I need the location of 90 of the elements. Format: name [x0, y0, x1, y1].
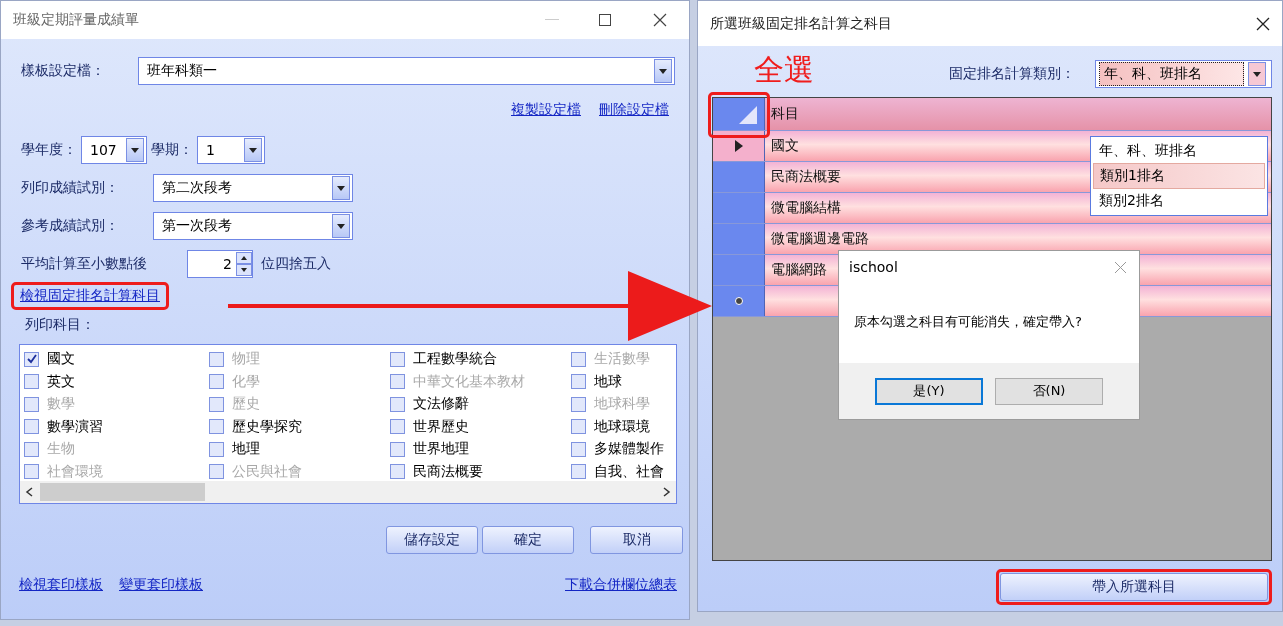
spinner-arrows-icon: [236, 252, 252, 276]
category-dropdown[interactable]: 年、科、班排名: [1095, 60, 1272, 88]
subject-label: 世界地理: [413, 440, 469, 459]
current-row-icon: [734, 140, 743, 152]
maximize-icon[interactable]: [599, 14, 611, 26]
close-icon[interactable]: [1256, 16, 1270, 31]
subject-label: 社會環境: [47, 462, 103, 481]
menu-item[interactable]: 類別1排名: [1093, 163, 1265, 189]
caret-icon: [1253, 71, 1261, 77]
annotation-text: 全選: [754, 53, 814, 87]
subject-label: 世界歷史: [413, 417, 469, 436]
subject-label: 歷史學探究: [232, 417, 302, 436]
link[interactable]: 檢視固定排名計算科目: [20, 287, 160, 305]
template-dropdown[interactable]: 班年科類一: [138, 57, 675, 85]
link[interactable]: 變更套印樣板: [119, 576, 203, 594]
subject-label: 地理: [232, 440, 260, 459]
checkbox[interactable]: [571, 464, 586, 480]
dialog-button[interactable]: 確定: [482, 526, 574, 554]
number-spinner[interactable]: 2: [187, 250, 253, 278]
checkbox[interactable]: [24, 351, 39, 367]
exam-dropdown[interactable]: 第一次段考: [153, 212, 353, 240]
exam-dropdown[interactable]: 第二次段考: [153, 174, 353, 202]
checkbox[interactable]: [24, 374, 39, 390]
checkbox[interactable]: [571, 441, 586, 457]
subject-label: 化學: [232, 372, 260, 391]
checkbox[interactable]: [390, 419, 405, 435]
field-label: 平均計算至小數點後: [21, 255, 148, 273]
dialog-button[interactable]: 否(N): [995, 377, 1103, 405]
dialog-button[interactable]: 取消: [590, 526, 683, 554]
dialog-button[interactable]: 儲存設定: [386, 526, 478, 554]
checkbox[interactable]: [390, 396, 405, 412]
subject-label: 國文: [47, 350, 75, 369]
window-title: 所選班級固定排名計算之科目: [710, 14, 893, 33]
field-label: 參考成績試別：: [21, 217, 120, 235]
subject-label: 數學演習: [47, 417, 103, 436]
subject-label: 工程數學統合: [413, 350, 497, 369]
annotation-frame: [708, 92, 770, 138]
close-icon[interactable]: [653, 13, 667, 27]
subject-label: 中華文化基本教材: [413, 372, 525, 391]
link[interactable]: 檢視套印樣板: [19, 576, 103, 594]
field-label: 樣板設定檔：: [21, 62, 106, 80]
dialog-message: 原本勾選之科目有可能消失，確定帶入?: [854, 313, 1083, 331]
subject-label: 文法修辭: [413, 395, 469, 414]
field-label: 學年度：: [21, 141, 77, 159]
table-cell[interactable]: 微電腦週邊電路: [765, 224, 1271, 254]
field-label: 列印成績試別：: [21, 179, 120, 197]
checkbox[interactable]: [571, 374, 586, 390]
year-dropdown[interactable]: 107: [81, 136, 147, 164]
dialog-title: ischool: [849, 259, 898, 275]
field-label: 固定排名計算類別：: [949, 65, 1075, 83]
subject-label: 生物: [47, 440, 75, 459]
link[interactable]: 複製設定檔: [511, 101, 581, 119]
checkbox[interactable]: [209, 441, 224, 457]
checkbox[interactable]: [390, 351, 405, 367]
minimize-icon[interactable]: [545, 19, 559, 21]
subject-label: 歷史: [232, 395, 260, 414]
menu-item[interactable]: 年、科、班排名: [1093, 139, 1265, 163]
subject-label: 地球: [594, 372, 622, 391]
field-label: 位四捨五入: [261, 255, 331, 273]
subject-label: 公民與社會: [232, 462, 302, 481]
semester-dropdown[interactable]: 1: [197, 136, 265, 164]
checkbox[interactable]: [209, 419, 224, 435]
checkbox[interactable]: [24, 419, 39, 435]
link[interactable]: 刪除設定檔: [599, 101, 669, 119]
scrollbar-thumb[interactable]: [40, 483, 205, 501]
caret-icon: [131, 147, 139, 153]
caret-icon: [337, 185, 345, 191]
checkbox[interactable]: [390, 441, 405, 457]
subject-label: 多媒體製作: [594, 440, 664, 459]
link[interactable]: 下載合併欄位總表: [565, 576, 677, 594]
section-label: 列印科目：: [25, 316, 96, 334]
subject-label: 自我、社會: [594, 462, 664, 481]
subject-label: 地球環境: [594, 417, 650, 436]
subject-label: 民商法概要: [413, 462, 483, 481]
subject-label: 數學: [47, 395, 75, 414]
column-header[interactable]: 科目: [765, 98, 1271, 130]
subject-label: 物理: [232, 350, 260, 369]
window-title: 班級定期評量成績單: [13, 11, 140, 29]
dialog-button[interactable]: 是(Y): [875, 377, 983, 405]
subject-label: 英文: [47, 372, 75, 391]
caret-icon: [659, 68, 667, 74]
subject-label: 生活數學: [594, 350, 650, 369]
new-row-icon: [734, 297, 743, 305]
caret-icon: [249, 147, 257, 153]
checkbox[interactable]: [571, 419, 586, 435]
apply-button[interactable]: 帶入所選科目: [1000, 573, 1268, 601]
subject-label: 地球科學: [594, 395, 650, 414]
caret-icon: [337, 223, 345, 229]
checkbox[interactable]: [390, 464, 405, 480]
field-label: 學期：: [151, 141, 193, 159]
